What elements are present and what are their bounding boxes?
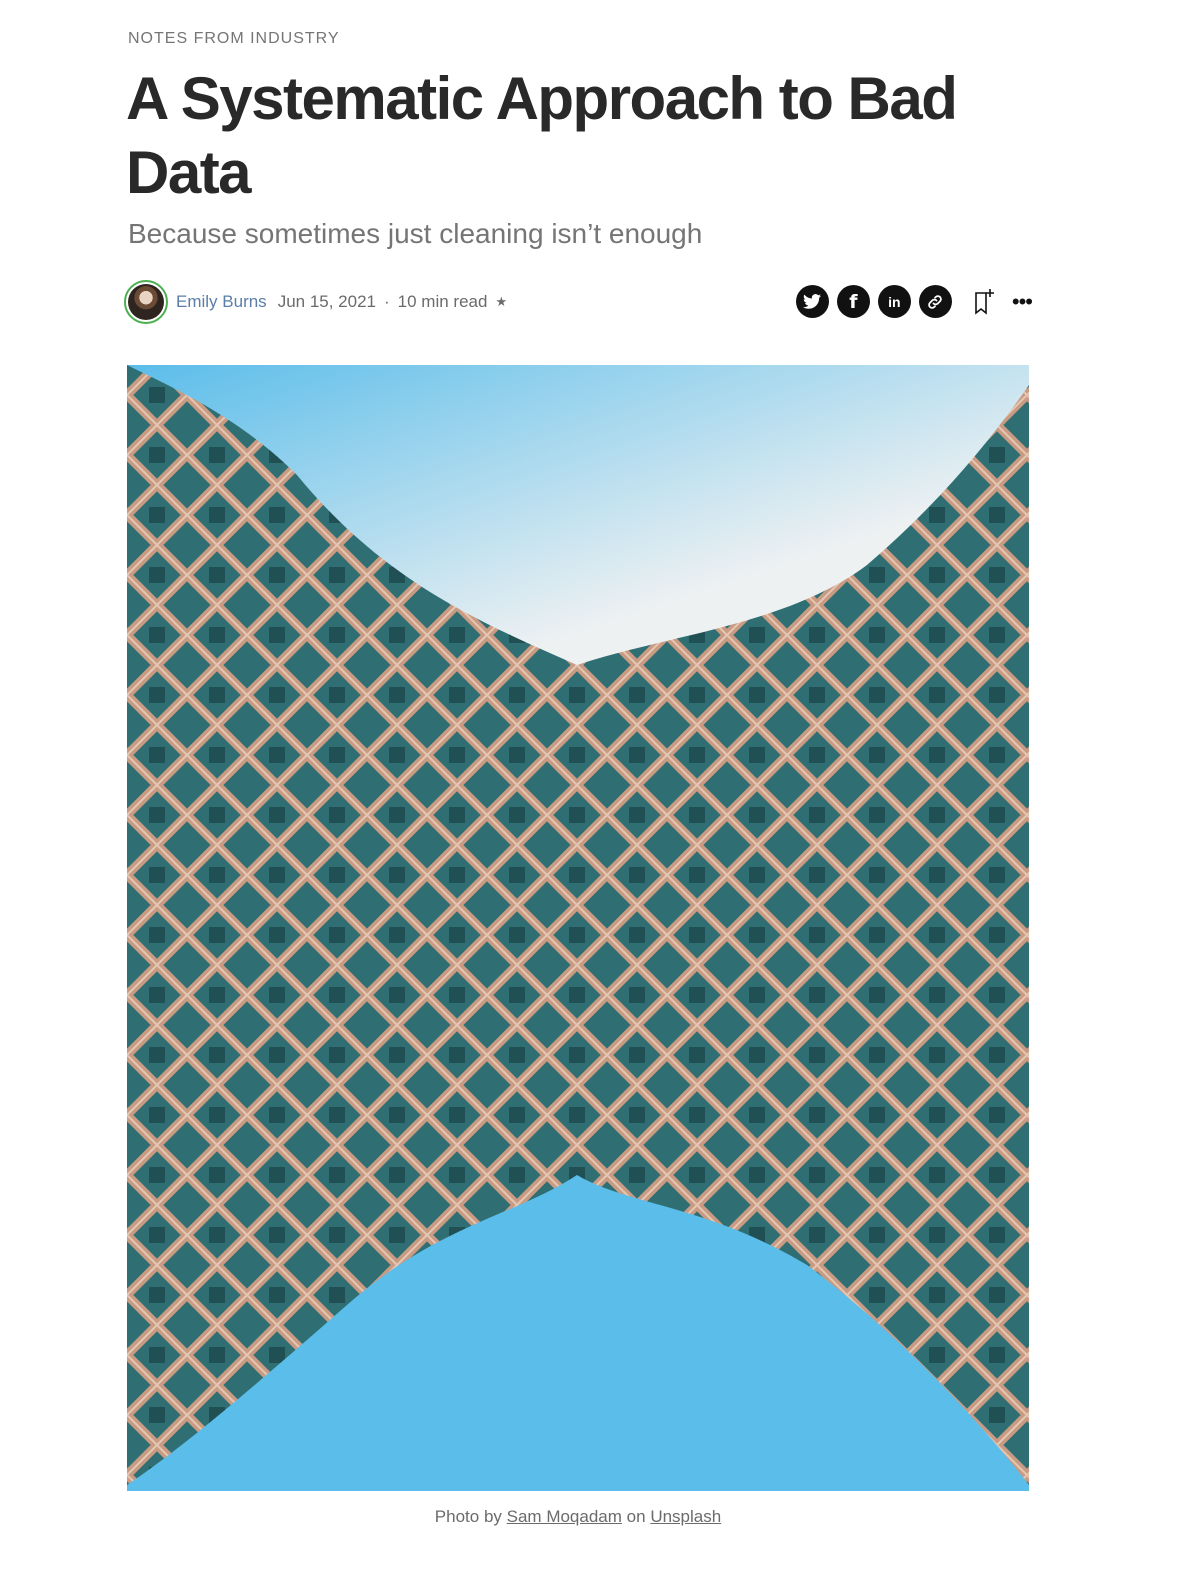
read-time: 10 min read xyxy=(397,292,488,311)
publication-kicker[interactable]: NOTES FROM INDUSTRY xyxy=(128,30,340,48)
hero-image xyxy=(127,365,1029,1491)
caption-prefix: Photo by xyxy=(434,1507,502,1526)
article-title: A Systematic Approach to Bad Data xyxy=(126,65,958,206)
article-subtitle: Because sometimes just cleaning isn’t en… xyxy=(128,218,703,249)
author-avatar[interactable] xyxy=(124,280,168,324)
linkedin-icon[interactable]: in xyxy=(877,285,911,318)
byline: Emily Burns Jun 15, 2021 · 10 min read ★… xyxy=(124,280,1033,324)
share-toolbar: f in ••• xyxy=(788,285,1033,318)
twitter-icon[interactable] xyxy=(795,285,829,318)
facebook-icon[interactable]: f xyxy=(836,285,870,318)
caption-mid: on xyxy=(626,1507,646,1526)
byline-separator: · xyxy=(384,292,390,311)
more-icon[interactable]: ••• xyxy=(1012,290,1033,313)
link-icon[interactable] xyxy=(918,285,952,318)
unsplash-link[interactable]: Unsplash xyxy=(650,1507,721,1526)
member-star-icon: ★ xyxy=(495,294,508,309)
author-name-link[interactable]: Emily Burns xyxy=(176,292,267,312)
image-caption: Photo by Sam Moqadam on Unsplash xyxy=(0,1507,1156,1527)
publish-date: Jun 15, 2021 xyxy=(277,292,376,311)
bookmark-icon[interactable] xyxy=(972,288,996,316)
photographer-link[interactable]: Sam Moqadam xyxy=(507,1507,622,1526)
